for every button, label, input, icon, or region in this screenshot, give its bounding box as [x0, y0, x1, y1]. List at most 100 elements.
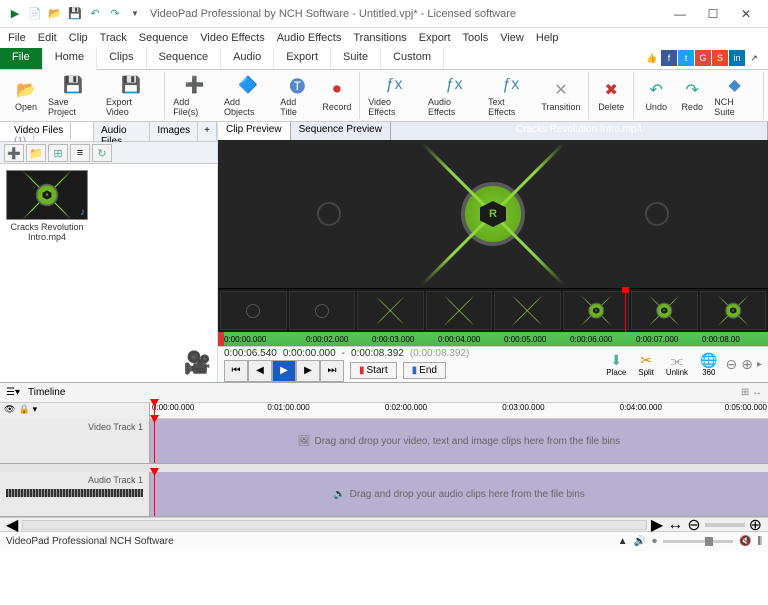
expand-icon[interactable]: ▸ [757, 359, 762, 370]
qat-redo-icon[interactable]: ↷ [106, 5, 124, 23]
video-track-content[interactable]: 🖼 Drag and drop your video, text and ima… [150, 419, 768, 463]
facebook-icon[interactable]: f [661, 50, 677, 66]
tab-suite[interactable]: Suite [331, 48, 381, 69]
transition-button[interactable]: ✕Transition [538, 72, 585, 119]
menu-track[interactable]: Track [98, 31, 129, 45]
step-fwd-button[interactable]: ▶ [296, 360, 320, 382]
goto-start-button[interactable]: ⏮ [224, 360, 248, 382]
google-plus-icon[interactable]: G [695, 50, 711, 66]
open-button[interactable]: 📂Open [8, 72, 44, 119]
menu-clip[interactable]: Clip [67, 31, 90, 45]
tab-sequence-preview[interactable]: Sequence Preview [291, 122, 391, 140]
bin-add-icon[interactable]: ➕ [4, 144, 24, 162]
eye-icon[interactable]: 👁 [4, 404, 15, 418]
bin-tab-add[interactable]: + [198, 122, 217, 141]
bin-tab-audio[interactable]: Audio Files [94, 122, 150, 141]
menu-edit[interactable]: Edit [36, 31, 59, 45]
bin-tab-video[interactable]: Video Files (1) [0, 122, 94, 141]
menu-sequence[interactable]: Sequence [137, 31, 191, 45]
menu-export[interactable]: Export [417, 31, 453, 45]
qat-new-icon[interactable]: 📄 [26, 5, 44, 23]
export-video-button[interactable]: 💾Export Video [102, 72, 160, 119]
qat-dropdown-icon[interactable]: ▼ [126, 5, 144, 23]
lock-icon[interactable]: 🔒 [18, 404, 29, 418]
volume-slider[interactable] [663, 540, 733, 543]
audio-track-label[interactable]: Audio Track 1 [0, 472, 150, 516]
undo-button[interactable]: ↶Undo [638, 72, 674, 119]
goto-end-button[interactable]: ⏭ [320, 360, 344, 382]
qat-open-icon[interactable]: 📂 [46, 5, 64, 23]
add-objects-button[interactable]: 🔷Add Objects [220, 72, 276, 119]
share-icon[interactable]: ↗ [746, 50, 762, 66]
qat-save-icon[interactable]: 💾 [66, 5, 84, 23]
like-icon[interactable]: 👍 [644, 50, 660, 66]
360-button[interactable]: 🌐360 [696, 352, 721, 377]
clip-item[interactable]: R ♪ Cracks Revolution Intro.mp4 [6, 170, 88, 242]
bin-tab-images[interactable]: Images [150, 122, 198, 141]
volume-icon[interactable]: 🔊 [633, 536, 645, 547]
tl-zoom-slider[interactable] [705, 523, 745, 527]
menu-file[interactable]: File [6, 31, 28, 45]
add-files-button[interactable]: ➕Add File(s) [169, 72, 220, 119]
video-effects-button[interactable]: ƒxVideo Effects [364, 72, 424, 119]
zoom-fit-icon[interactable]: ↔ [667, 516, 683, 534]
scroll-left-icon[interactable]: ◀ [6, 515, 18, 535]
bin-view-icon[interactable]: ⊞ [48, 144, 68, 162]
video-track-label[interactable]: Video Track 1 [0, 419, 150, 463]
tl-zoom-in-icon[interactable]: ⊕ [749, 515, 762, 535]
step-back-button[interactable]: ◀ [248, 360, 272, 382]
timeline-ruler[interactable]: 0:00:00.000 0:01:00.000 0:02:00.000 0:03… [150, 403, 768, 419]
mark-end-button[interactable]: ▮End [403, 362, 446, 379]
linkedin-icon[interactable]: in [729, 50, 745, 66]
menu-transitions[interactable]: Transitions [351, 31, 408, 45]
save-project-button[interactable]: 💾Save Project [44, 72, 102, 119]
place-button[interactable]: ⬇Place [602, 352, 630, 377]
tab-file[interactable]: File [0, 48, 43, 69]
tab-sequence[interactable]: Sequence [147, 48, 222, 69]
scroll-right-icon[interactable]: ▶ [651, 515, 663, 535]
bin-folder-icon[interactable]: 📁 [26, 144, 46, 162]
twitter-icon[interactable]: t [678, 50, 694, 66]
mark-start-button[interactable]: ▮Start [350, 362, 397, 379]
stumble-icon[interactable]: S [712, 50, 728, 66]
timeline-storyboard-toggle[interactable]: ⊞ ↔ [741, 387, 762, 398]
split-button[interactable]: ✂Split [634, 352, 658, 377]
dropdown-icon[interactable]: ▾ [33, 404, 38, 418]
close-button[interactable]: ✕ [730, 3, 762, 25]
timeline-menu-icon[interactable]: ☰▾ [6, 387, 20, 398]
nch-suite-button[interactable]: ◆NCH Suite [710, 72, 759, 119]
mute-icon[interactable]: 🔇 [739, 536, 751, 547]
video-preview[interactable]: R [218, 140, 768, 288]
add-title-button[interactable]: 🅣Add Title [276, 72, 318, 119]
minimize-button[interactable]: — [664, 3, 696, 25]
tab-home[interactable]: Home [43, 48, 97, 70]
levels-icon[interactable]: ⫼ [757, 536, 762, 547]
audio-effects-button[interactable]: ƒxAudio Effects [424, 72, 484, 119]
maximize-button[interactable]: ☐ [697, 3, 729, 25]
tab-clips[interactable]: Clips [97, 48, 146, 69]
text-effects-button[interactable]: ƒxText Effects [484, 72, 538, 119]
status-arrow-icon[interactable]: ▲ [618, 536, 628, 547]
record-button[interactable]: ⏺Record [319, 72, 356, 119]
zoom-out-icon[interactable]: ⊖ [726, 356, 738, 373]
audio-track-content[interactable]: 🔊 Drag and drop your audio clips here fr… [150, 472, 768, 516]
menu-audio-effects[interactable]: Audio Effects [275, 31, 344, 45]
menu-help[interactable]: Help [534, 31, 561, 45]
unlink-button[interactable]: ⫘Unlink [662, 352, 692, 377]
redo-button[interactable]: ↷Redo [674, 72, 710, 119]
play-button[interactable]: ▶ [272, 360, 296, 382]
bin-sort-icon[interactable]: ≡ [70, 144, 90, 162]
timeline-scrollbar[interactable]: ◀ ▶ ↔ ⊖ ⊕ [0, 517, 768, 531]
bin-refresh-icon[interactable]: ↻ [92, 144, 112, 162]
filmstrip[interactable]: R R R [218, 288, 768, 332]
filmstrip-playhead[interactable] [625, 289, 626, 332]
tab-audio[interactable]: Audio [221, 48, 274, 69]
preview-ruler[interactable]: 0:00:00.000 0:00:02.000 0:00:03.000 0:00… [218, 332, 768, 346]
bin-content[interactable]: R ♪ Cracks Revolution Intro.mp4 🎥 [0, 164, 217, 382]
menu-video-effects[interactable]: Video Effects [198, 31, 266, 45]
tl-zoom-out-icon[interactable]: ⊖ [687, 515, 700, 535]
zoom-in-icon[interactable]: ⊕ [741, 356, 753, 373]
tab-export[interactable]: Export [274, 48, 331, 69]
menu-view[interactable]: View [498, 31, 526, 45]
tab-custom[interactable]: Custom [381, 48, 444, 69]
